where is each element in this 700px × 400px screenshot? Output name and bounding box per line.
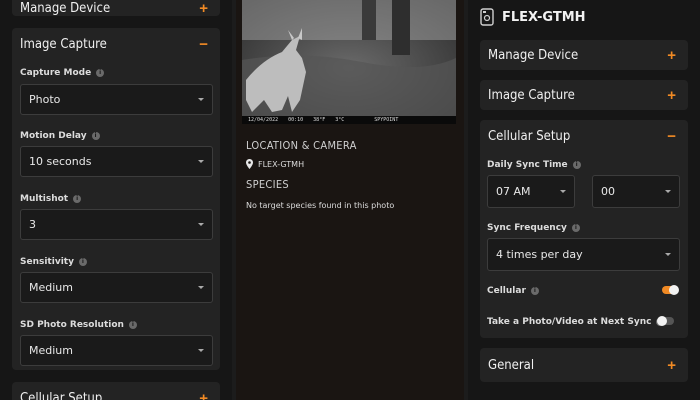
motion-delay-label: Motion Delay i xyxy=(20,131,100,141)
info-icon[interactable]: i xyxy=(96,69,105,77)
plus-icon[interactable]: + xyxy=(199,390,208,400)
section-title: Image Capture xyxy=(488,87,575,103)
sensitivity-select[interactable]: Medium xyxy=(20,272,213,303)
capture-mode-select[interactable]: Photo xyxy=(20,84,213,115)
caret-down-icon xyxy=(198,160,204,163)
section-title: Image Capture xyxy=(20,36,107,52)
photo-temp-c: 3°C xyxy=(335,117,345,123)
info-icon[interactable]: i xyxy=(530,287,539,295)
label-text: Sync Frequency xyxy=(487,223,567,233)
cellular-toggle[interactable] xyxy=(662,285,679,295)
select-value: 4 times per day xyxy=(496,248,583,261)
sd-resolution-select[interactable]: Medium xyxy=(20,335,213,366)
location-camera-title: LOCATION & CAMERA xyxy=(246,139,357,152)
trail-camera-photo[interactable]: 12/04/2022 00:10 38°F 3°C SPYPOINT xyxy=(242,0,456,124)
app-root: Manage Device + Image Capture − Capture … xyxy=(0,0,700,400)
info-icon[interactable]: i xyxy=(78,258,87,266)
left-settings-panel: Manage Device + Image Capture − Capture … xyxy=(0,0,232,400)
plus-icon[interactable]: + xyxy=(667,357,676,374)
label-text: Cellular xyxy=(487,286,526,296)
species-title: SPECIES xyxy=(246,178,289,191)
photo-info-strip: 12/04/2022 00:10 38°F 3°C SPYPOINT xyxy=(242,116,456,124)
photo-time: 00:10 xyxy=(288,117,304,123)
multishot-select[interactable]: 3 xyxy=(20,209,213,240)
select-value: 10 seconds xyxy=(29,155,92,168)
info-icon[interactable]: i xyxy=(571,224,580,232)
caret-down-icon xyxy=(198,223,204,226)
label-text: Motion Delay xyxy=(20,131,87,141)
image-capture-section[interactable]: Image Capture + xyxy=(480,80,688,110)
plus-icon[interactable]: + xyxy=(667,47,676,64)
caret-down-icon xyxy=(198,286,204,289)
toggle-knob xyxy=(657,316,667,326)
label-text: Capture Mode xyxy=(20,68,92,78)
sync-frequency-label: Sync Frequency i xyxy=(487,223,580,233)
label-text: Take a Photo/Video at Next Sync xyxy=(487,317,652,327)
cellular-setup-header[interactable]: Cellular Setup − xyxy=(480,120,688,152)
caret-down-icon xyxy=(665,190,671,193)
manage-device-section[interactable]: Manage Device + xyxy=(12,0,220,17)
cellular-setup-section[interactable]: Cellular Setup + xyxy=(12,382,220,400)
select-value: 00 xyxy=(601,185,615,198)
photo-date: 12/04/2022 xyxy=(248,117,279,123)
multishot-label: Multishot i xyxy=(20,194,82,204)
take-photo-toggle[interactable] xyxy=(657,316,674,326)
motion-delay-select[interactable]: 10 seconds xyxy=(20,146,213,177)
right-settings-panel: FLEX-GTMH Manage Device + Image Capture … xyxy=(468,0,700,400)
caret-down-icon xyxy=(665,253,671,256)
capture-mode-label: Capture Mode i xyxy=(20,68,105,78)
section-title: Cellular Setup xyxy=(20,390,103,400)
sync-frequency-select[interactable]: 4 times per day xyxy=(487,238,680,271)
plus-icon[interactable]: + xyxy=(199,0,208,17)
location-pin-icon xyxy=(246,159,253,169)
caret-down-icon xyxy=(198,98,204,101)
photo-brand: SPYPOINT xyxy=(374,117,399,123)
label-text: SD Photo Resolution xyxy=(20,320,124,330)
info-icon[interactable]: i xyxy=(91,132,100,140)
manage-device-section[interactable]: Manage Device + xyxy=(480,40,688,70)
cellular-label: Cellular i xyxy=(487,286,539,296)
select-value: Photo xyxy=(29,93,61,106)
general-section[interactable]: General + xyxy=(480,348,688,382)
toggle-knob xyxy=(669,285,679,295)
select-value: 3 xyxy=(29,218,36,231)
section-title: General xyxy=(488,357,535,373)
sync-hour-select[interactable]: 07 AM xyxy=(487,175,575,208)
daily-sync-label: Daily Sync Time i xyxy=(487,160,581,170)
select-value: Medium xyxy=(29,344,73,357)
label-text: Sensitivity xyxy=(20,257,74,267)
sensitivity-label: Sensitivity i xyxy=(20,257,87,267)
select-value: 07 AM xyxy=(496,185,531,198)
info-icon[interactable]: i xyxy=(572,161,581,169)
photo-temp-f: 38°F xyxy=(313,117,326,123)
species-text: No target species found in this photo xyxy=(246,201,395,210)
info-icon[interactable]: i xyxy=(128,321,137,329)
device-name: FLEX-GTMH xyxy=(502,9,586,25)
caret-down-icon xyxy=(560,190,566,193)
device-header: FLEX-GTMH xyxy=(480,8,586,26)
location-row: FLEX-GTMH xyxy=(246,159,304,169)
label-text: Multishot xyxy=(20,194,69,204)
info-icon[interactable]: i xyxy=(73,195,82,203)
take-photo-label: Take a Photo/Video at Next Sync i xyxy=(487,317,665,327)
plus-icon[interactable]: + xyxy=(667,87,676,104)
section-title: Manage Device xyxy=(488,47,579,63)
camera-device-icon xyxy=(480,8,494,26)
label-text: Daily Sync Time xyxy=(487,160,568,170)
location-name: FLEX-GTMH xyxy=(258,159,305,169)
minus-icon[interactable]: − xyxy=(667,128,676,145)
image-capture-header[interactable]: Image Capture − xyxy=(12,28,220,60)
caret-down-icon xyxy=(198,349,204,352)
minus-icon[interactable]: − xyxy=(199,36,208,53)
select-value: Medium xyxy=(29,281,73,294)
section-title: Cellular Setup xyxy=(488,128,571,144)
section-title: Manage Device xyxy=(20,0,111,16)
sd-resolution-label: SD Photo Resolution i xyxy=(20,320,137,330)
deer-photo-image xyxy=(242,0,456,124)
photo-detail-panel: 12/04/2022 00:10 38°F 3°C SPYPOINT LOCAT… xyxy=(236,0,464,400)
sync-minute-select[interactable]: 00 xyxy=(592,175,680,208)
